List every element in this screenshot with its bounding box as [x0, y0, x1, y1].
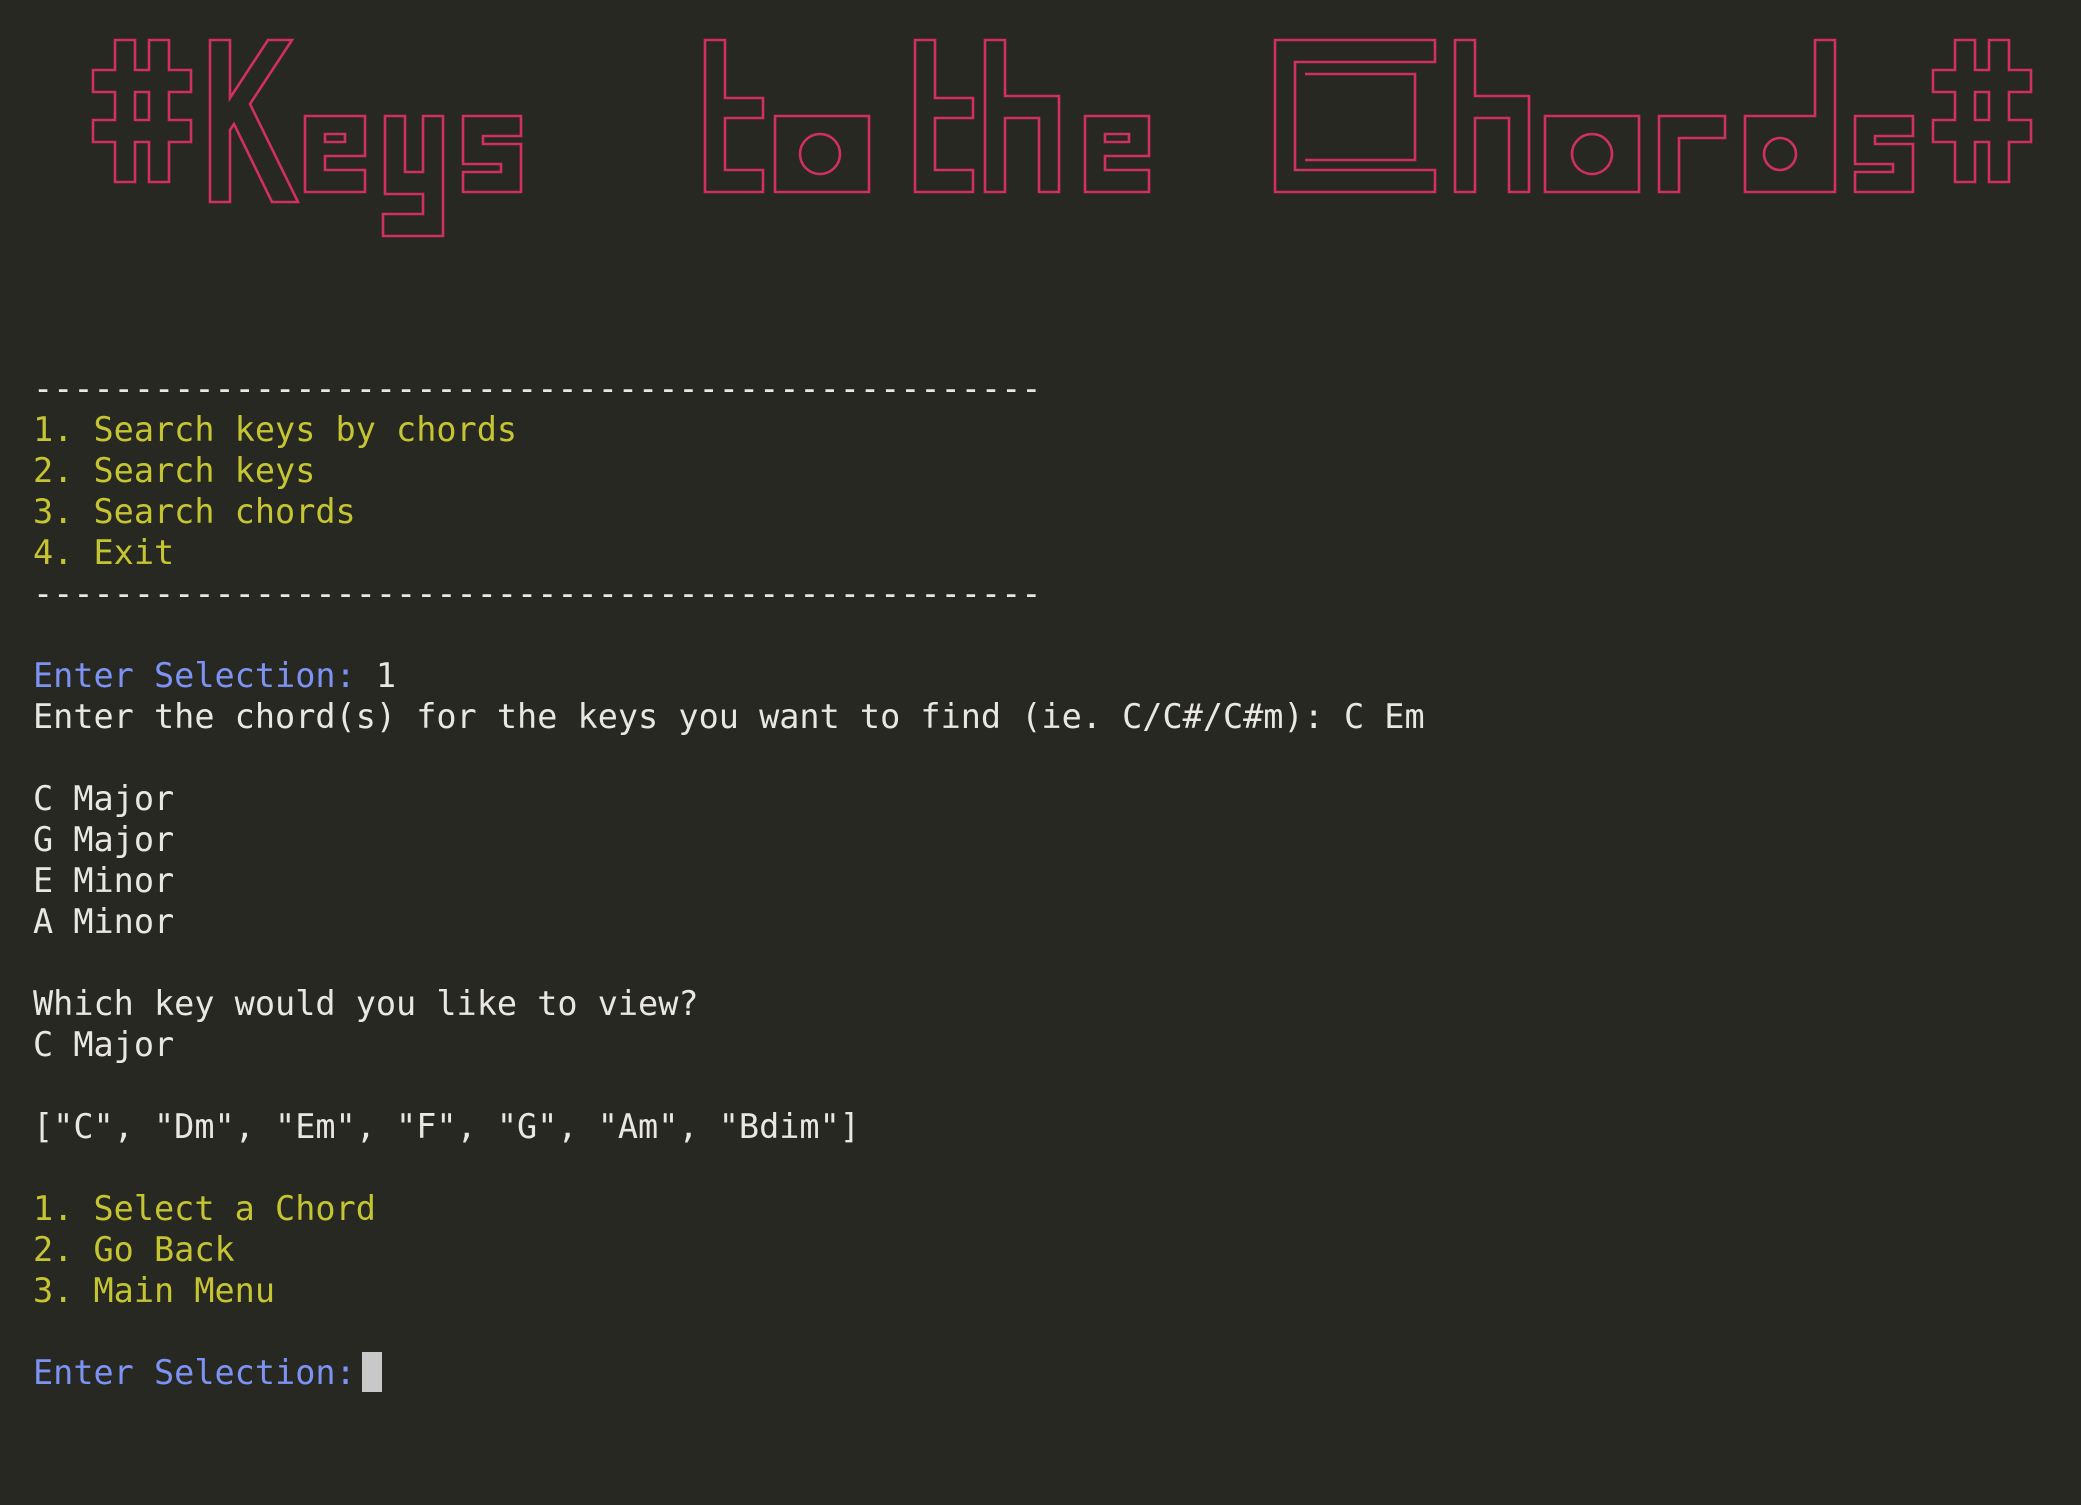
menu-item-search-keys-by-chords: 1. Search keys by chords [33, 410, 518, 449]
banner-letter-r [1657, 114, 1727, 194]
selection-prompt-line: Enter Selection: 1 [33, 655, 396, 696]
menu-item-search-keys: 2. Search keys [33, 451, 316, 490]
menu-item-main-menu: 3. Main Menu [33, 1271, 276, 1310]
banner-letter-e [303, 114, 367, 194]
selection-prompt-label-2: Enter Selection: [33, 1353, 356, 1392]
result-key: E Minor [33, 861, 175, 900]
banner-letter-y [381, 114, 445, 238]
banner-letter-s-2 [1853, 114, 1915, 194]
banner-letter-d [1743, 38, 1837, 194]
menu-item-search-chords: 3. Search chords [33, 492, 356, 531]
banner-hash-left [91, 38, 193, 184]
text-cursor[interactable] [361, 1352, 382, 1392]
ascii-title-banner [55, 20, 2065, 340]
which-key-question: Which key would you like to view? [33, 984, 699, 1023]
which-key-answer: C Major [33, 1025, 175, 1064]
selection-input-value: 1 [375, 656, 397, 695]
result-key: C Major [33, 779, 175, 818]
selection-prompt-label: Enter Selection: [33, 656, 356, 695]
banner-hash-right [1931, 38, 2033, 184]
banner-letter-t [703, 38, 765, 194]
banner-letter-t-2 [913, 38, 975, 194]
menu-item-go-back: 2. Go Back [33, 1230, 235, 1269]
menu-item-select-a-chord: 1. Select a Chord [33, 1189, 376, 1228]
banner-letter-k [208, 38, 301, 204]
result-key: G Major [33, 820, 175, 859]
banner-letter-e-2 [1083, 114, 1151, 194]
banner-letter-c [1273, 38, 1437, 194]
banner-letter-h [983, 38, 1061, 194]
chord-prompt-label: Enter the chord(s) for the keys you want… [33, 697, 1324, 736]
terminal-window: ----------------------------------------… [33, 0, 2073, 1505]
banner-letter-o-2 [1543, 114, 1641, 194]
banner-letter-h-2 [1453, 38, 1531, 194]
separator-line: ----------------------------------------… [33, 369, 1042, 408]
chord-prompt-line: Enter the chord(s) for the keys you want… [33, 696, 1425, 737]
result-key: A Minor [33, 902, 175, 941]
selection-prompt-line-2: Enter Selection: [33, 1352, 382, 1393]
separator-line: ----------------------------------------… [33, 574, 1042, 613]
menu-item-exit: 4. Exit [33, 533, 175, 572]
chord-list-output: ["C", "Dm", "Em", "F", "G", "Am", "Bdim"… [33, 1107, 860, 1146]
chord-input-value: C Em [1343, 697, 1425, 736]
banner-letter-s [461, 114, 523, 194]
banner-letter-o-1 [773, 114, 871, 194]
